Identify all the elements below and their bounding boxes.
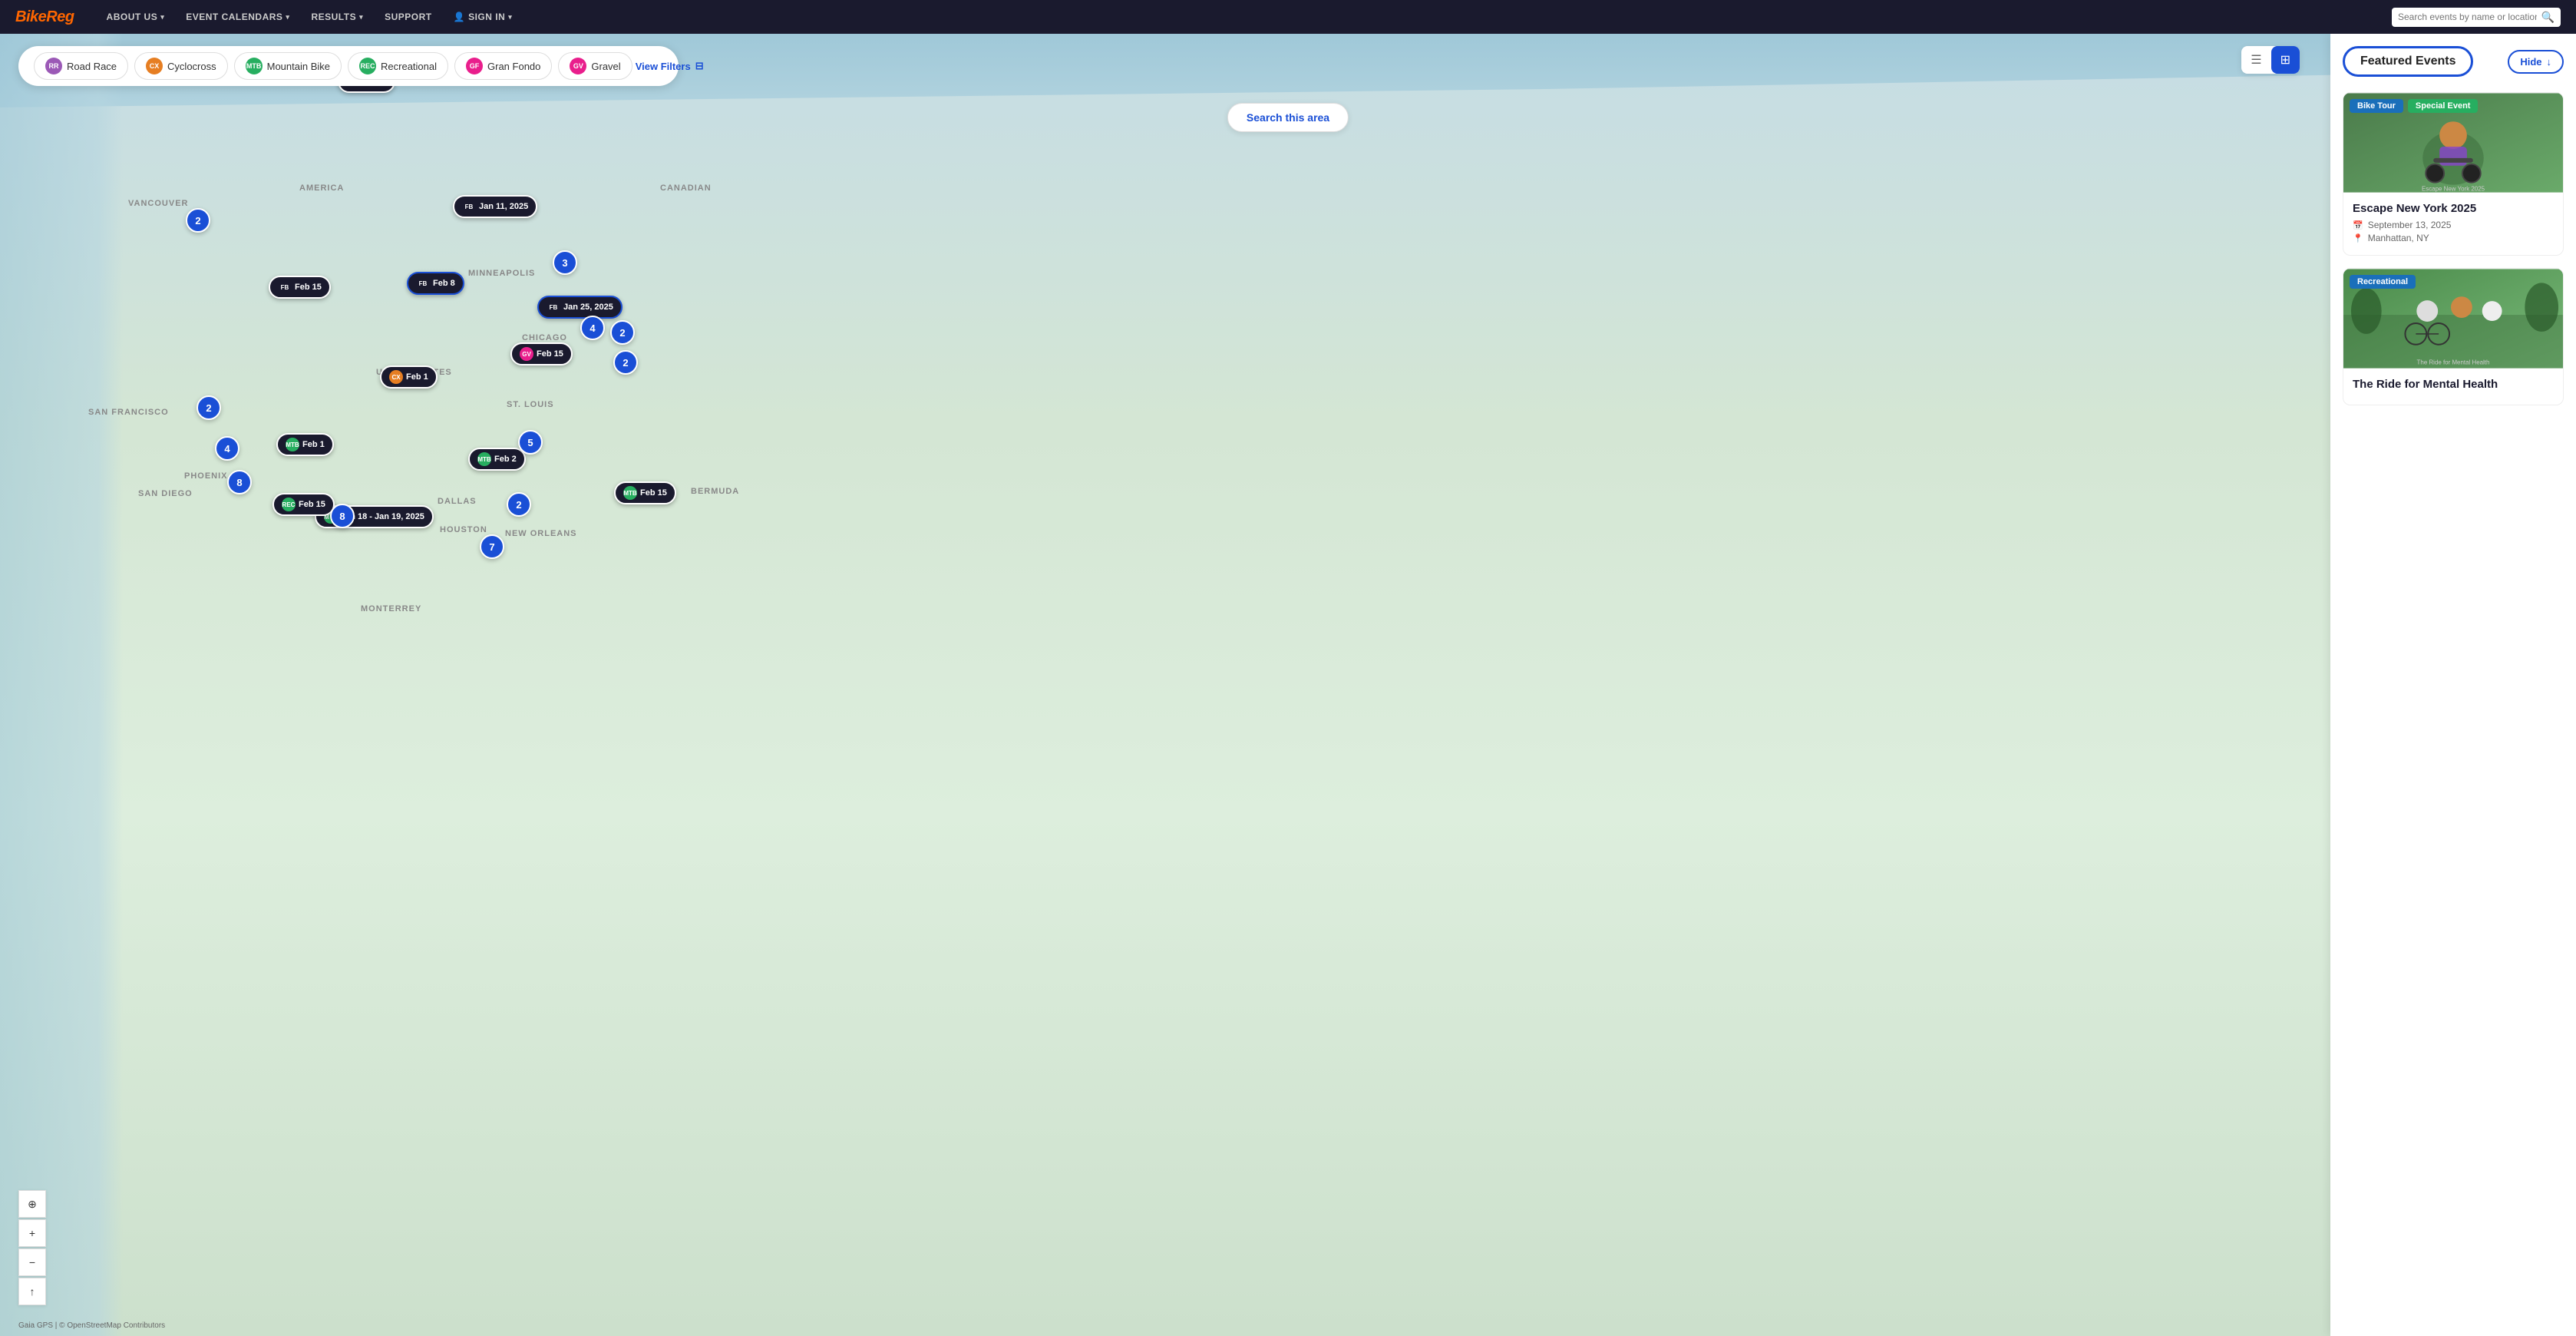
marker-fb-feb15[interactable]: FB Feb 15 xyxy=(269,276,331,299)
marker-circle-2d[interactable]: 2 xyxy=(197,395,221,420)
event-card-image-escape-ny: Escape New York 2025 Bike Tour Special E… xyxy=(2343,93,2563,193)
marker-fb-feb8[interactable]: FB Feb 8 xyxy=(407,272,464,295)
chip-label: Road Race xyxy=(67,61,117,72)
chip-label: Gravel xyxy=(591,61,620,72)
hide-button[interactable]: Hide ↓ xyxy=(2508,50,2564,74)
chip-badge-cx: CX xyxy=(146,58,163,74)
event-tags-escape-ny: Bike Tour Special Event xyxy=(2350,99,2478,113)
nav-results[interactable]: RESULTS ▾ xyxy=(302,7,372,27)
marker-circle-2b[interactable]: 2 xyxy=(610,320,635,345)
featured-scroll[interactable]: Escape New York 2025 Bike Tour Special E… xyxy=(2330,86,2576,1336)
event-card-mental-health[interactable]: The Ride for Mental Health Recreational … xyxy=(2343,268,2564,405)
filter-bar: RR Road Race CX Cyclocross MTB Mountain … xyxy=(18,46,679,86)
filter-chip-mountain-bike[interactable]: MTB Mountain Bike xyxy=(234,52,342,80)
svg-text:Escape New York 2025: Escape New York 2025 xyxy=(2422,186,2485,193)
chip-badge-mtb: MTB xyxy=(246,58,263,74)
chevron-down-icon: ▾ xyxy=(286,13,289,21)
filter-chip-gravel[interactable]: GV Gravel xyxy=(558,52,632,80)
map-attribution: Gaia GPS | © OpenStreetMap Contributors xyxy=(18,1321,165,1330)
tag-bike-tour: Bike Tour xyxy=(2350,99,2403,113)
tag-special-event: Special Event xyxy=(2408,99,2479,113)
chip-badge-rec: REC xyxy=(359,58,376,74)
event-card-image-mental-health: The Ride for Mental Health Recreational xyxy=(2343,269,2563,369)
calendar-icon: 📅 xyxy=(2353,220,2363,230)
filter-chip-cyclocross[interactable]: CX Cyclocross xyxy=(134,52,228,80)
nav-about-us[interactable]: ABOUT US ▾ xyxy=(97,7,174,27)
featured-title: Featured Events xyxy=(2343,46,2473,77)
brand-logo[interactable]: BikeReg xyxy=(15,8,74,26)
marker-circle-4a[interactable]: 4 xyxy=(580,316,605,340)
marker-circle-5[interactable]: 5 xyxy=(518,430,543,455)
chip-badge-rr: RR xyxy=(45,58,62,74)
event-card-body-escape-ny: Escape New York 2025 📅 September 13, 202… xyxy=(2343,193,2563,255)
event-title-escape-ny: Escape New York 2025 xyxy=(2353,202,2554,215)
svg-text:The Ride for Mental Health: The Ride for Mental Health xyxy=(2417,359,2490,366)
event-date-escape-ny: 📅 September 13, 2025 xyxy=(2353,220,2554,230)
filter-icon: ⊟ xyxy=(695,60,704,72)
chip-label: Mountain Bike xyxy=(267,61,330,72)
zoom-in-button[interactable]: + xyxy=(18,1219,46,1247)
marker-circle-8a[interactable]: 8 xyxy=(227,470,252,494)
marker-fb-jan11[interactable]: FB Jan 11, 2025 xyxy=(453,195,537,218)
navbar: BikeReg ABOUT US ▾ EVENT CALENDARS ▾ RES… xyxy=(0,0,2576,34)
chevron-down-icon: ▾ xyxy=(508,13,512,21)
marker-mtb-feb15-east[interactable]: MTB Feb 15 xyxy=(614,481,676,504)
chip-badge-gv: GV xyxy=(570,58,586,74)
location-icon: 📍 xyxy=(2353,233,2363,243)
search-input[interactable] xyxy=(2398,12,2537,22)
brand-name: BikeReg xyxy=(15,8,74,25)
map-background xyxy=(0,34,2576,1336)
list-view-button[interactable]: ☰ xyxy=(2241,46,2271,74)
featured-events-panel: Featured Events Hide ↓ xyxy=(2330,34,2576,1336)
event-location-escape-ny: 📍 Manhattan, NY xyxy=(2353,233,2554,243)
marker-mtb-feb1[interactable]: MTB Feb 1 xyxy=(276,433,334,456)
hide-icon: ↓ xyxy=(2547,56,2552,68)
compass-button[interactable]: ↑ xyxy=(18,1278,46,1305)
search-area-button[interactable]: Search this area xyxy=(1227,103,1349,132)
map-view-button[interactable]: ⊞ xyxy=(2271,46,2300,74)
marker-circle-8b[interactable]: 8 xyxy=(330,504,355,528)
map-view-toggle: ☰ ⊞ xyxy=(2241,46,2300,74)
filter-chip-road-race[interactable]: RR Road Race xyxy=(34,52,128,80)
search-bar[interactable]: 🔍 xyxy=(2392,8,2561,27)
featured-header: Featured Events Hide ↓ xyxy=(2330,34,2576,86)
marker-rec-feb15[interactable]: REC Feb 15 xyxy=(272,493,335,516)
map-water-left xyxy=(0,34,123,1336)
marker-circle-4b[interactable]: 4 xyxy=(215,436,239,461)
nav-event-calendars[interactable]: EVENT CALENDARS ▾ xyxy=(177,7,299,27)
event-card-body-mental-health: The Ride for Mental Health xyxy=(2343,369,2563,405)
filter-chip-gran-fondo[interactable]: GF Gran Fondo xyxy=(454,52,552,80)
search-icon[interactable]: 🔍 xyxy=(2541,11,2555,24)
map-container[interactable]: AMERICA UNITED STATES Vancouver Minneapo… xyxy=(0,34,2576,1336)
view-filters-button[interactable]: View Filters ⊟ xyxy=(636,60,704,72)
nav-support[interactable]: SUPPORT xyxy=(375,7,441,27)
chip-label: Gran Fondo xyxy=(487,61,540,72)
nav-sign-in[interactable]: 👤 SIGN IN ▾ xyxy=(444,7,522,27)
chevron-down-icon: ▾ xyxy=(359,13,363,21)
locate-button[interactable]: ⊕ xyxy=(18,1190,46,1218)
map-controls: ⊕ + − ↑ xyxy=(18,1190,46,1305)
user-icon: 👤 xyxy=(454,12,465,22)
nav-links: ABOUT US ▾ EVENT CALENDARS ▾ RESULTS ▾ S… xyxy=(97,7,2392,27)
view-filters-label: View Filters xyxy=(636,61,691,72)
filter-chip-recreational[interactable]: REC Recreational xyxy=(348,52,448,80)
chip-badge-gf: GF xyxy=(466,58,483,74)
tag-recreational: Recreational xyxy=(2350,275,2416,289)
event-tags-mental-health: Recreational xyxy=(2350,275,2416,289)
event-title-mental-health: The Ride for Mental Health xyxy=(2353,378,2554,391)
chip-label: Recreational xyxy=(381,61,437,72)
marker-circle-7[interactable]: 7 xyxy=(480,534,504,559)
chip-label: Cyclocross xyxy=(167,61,216,72)
marker-gv-feb15[interactable]: GV Feb 15 xyxy=(510,342,573,365)
marker-cx-feb1[interactable]: CX Feb 1 xyxy=(380,365,438,389)
zoom-out-button[interactable]: − xyxy=(18,1248,46,1276)
marker-circle-3[interactable]: 3 xyxy=(553,250,577,275)
chevron-down-icon: ▾ xyxy=(160,13,164,21)
marker-circle-2c[interactable]: 2 xyxy=(613,350,638,375)
event-card-escape-ny[interactable]: Escape New York 2025 Bike Tour Special E… xyxy=(2343,92,2564,256)
hide-label: Hide xyxy=(2520,56,2541,68)
marker-circle-2e[interactable]: 2 xyxy=(507,492,531,517)
marker-circle-2a[interactable]: 2 xyxy=(186,208,210,233)
marker-mtb-feb2[interactable]: MTB Feb 2 xyxy=(468,448,526,471)
